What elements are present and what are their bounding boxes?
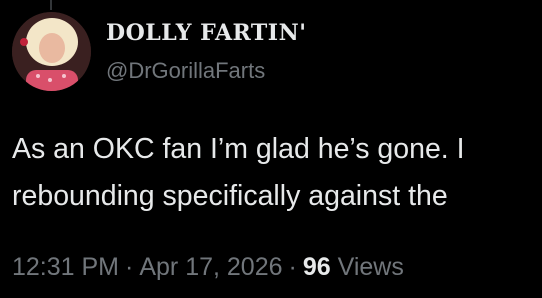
tweet-text-line: As an OKC fan I’m glad he’s gone. I: [12, 133, 465, 165]
tweet-text: As an OKC fan I’m glad he’s gone. I rebo…: [12, 126, 542, 220]
thread-connector-line: [50, 0, 52, 10]
avatar[interactable]: [12, 12, 91, 91]
meta-separator: ·: [125, 253, 134, 281]
display-name[interactable]: DOLLY FARTIN': [106, 20, 306, 46]
tweet-text-line: rebounding specifically against the: [12, 180, 448, 212]
views-label: Views: [337, 253, 404, 281]
meta-separator: ·: [288, 253, 297, 281]
post-time[interactable]: 12:31 PM: [12, 253, 119, 281]
profile-photo-icon: [12, 12, 91, 91]
views-count: 96: [302, 253, 331, 281]
user-handle[interactable]: @DrGorillaFarts: [106, 58, 265, 84]
tweet-meta: 12:31 PM · Apr 17, 2026 · 96 Views: [12, 253, 404, 282]
post-date[interactable]: Apr 17, 2026: [139, 253, 282, 281]
